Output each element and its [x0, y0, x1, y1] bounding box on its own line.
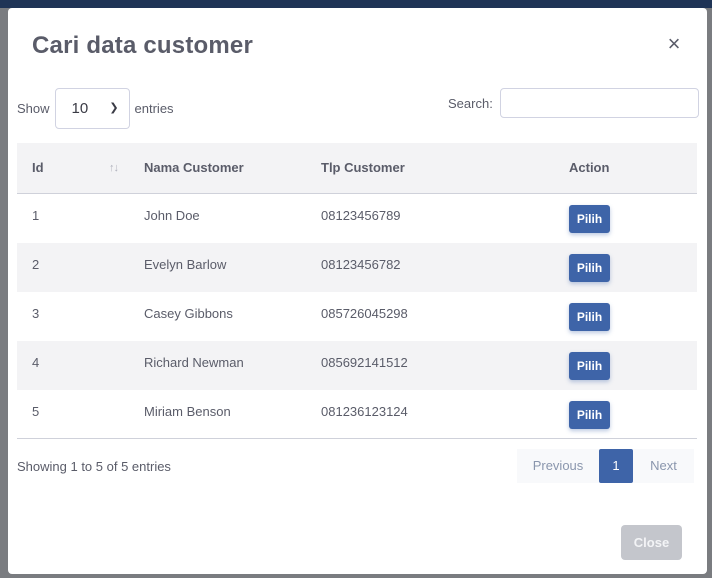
entries-length-select[interactable]: 10 ❯ [54, 88, 130, 129]
table-row: 1 John Doe 08123456789 Pilih [17, 194, 697, 243]
customer-search-modal: Cari data customer × Show 10 ❯ entries S… [8, 8, 707, 574]
length-prefix-label: Show [17, 101, 50, 116]
cell-name: Casey Gibbons [144, 306, 233, 321]
cell-id: 4 [32, 355, 40, 370]
length-suffix-label: entries [134, 101, 174, 116]
table-info: Showing 1 to 5 of 5 entries [17, 459, 171, 474]
page-1-button[interactable]: 1 [599, 449, 633, 483]
cell-phone: 085692141512 [321, 355, 408, 370]
column-header-id[interactable]: Id [32, 160, 44, 175]
previous-page-button[interactable]: Previous [517, 449, 599, 483]
pilih-button[interactable]: Pilih [569, 352, 610, 380]
pilih-button[interactable]: Pilih [569, 401, 610, 429]
cell-name: Miriam Benson [144, 404, 231, 419]
cell-phone: 08123456782 [321, 257, 401, 272]
sort-icon[interactable]: ↑↓ [109, 162, 119, 174]
pagination: Previous 1 Next [517, 449, 694, 483]
column-header-phone[interactable]: Tlp Customer [321, 160, 405, 175]
length-selected-value: 10 [71, 100, 89, 117]
cell-id: 5 [32, 404, 40, 419]
cell-id: 2 [32, 257, 40, 272]
cell-name: Richard Newman [144, 355, 244, 370]
pilih-button[interactable]: Pilih [569, 303, 610, 331]
table-row: 2 Evelyn Barlow 08123456782 Pilih [17, 243, 697, 292]
search-label: Search: [448, 95, 493, 111]
cell-phone: 081236123124 [321, 404, 408, 419]
table-header: Id ↑↓ Nama Customer Tlp Customer Action [17, 143, 697, 194]
column-header-name[interactable]: Nama Customer [144, 160, 244, 175]
table-search: Search: [448, 88, 699, 118]
cell-id: 1 [32, 208, 40, 223]
cell-id: 3 [32, 306, 40, 321]
cell-name: Evelyn Barlow [144, 257, 227, 272]
customer-table: Id ↑↓ Nama Customer Tlp Customer Action … [17, 143, 697, 439]
close-button[interactable]: Close [621, 525, 682, 560]
cell-name: John Doe [144, 208, 200, 223]
pilih-button[interactable]: Pilih [569, 205, 610, 233]
modal-title: Cari data customer [32, 32, 254, 59]
table-row: 3 Casey Gibbons 085726045298 Pilih [17, 292, 697, 341]
entries-length-control: Show 10 ❯ entries [17, 88, 174, 129]
next-page-button[interactable]: Next [633, 449, 694, 483]
pilih-button[interactable]: Pilih [569, 254, 610, 282]
cell-phone: 08123456789 [321, 208, 401, 223]
close-icon[interactable]: × [662, 30, 686, 58]
table-row: 5 Miriam Benson 081236123124 Pilih [17, 390, 697, 439]
cell-phone: 085726045298 [321, 306, 408, 321]
chevron-down-icon: ❯ [109, 102, 119, 114]
column-header-action: Action [569, 160, 610, 175]
backdrop-topbar [0, 0, 712, 8]
table-row: 4 Richard Newman 085692141512 Pilih [17, 341, 697, 390]
search-input[interactable] [499, 88, 699, 118]
